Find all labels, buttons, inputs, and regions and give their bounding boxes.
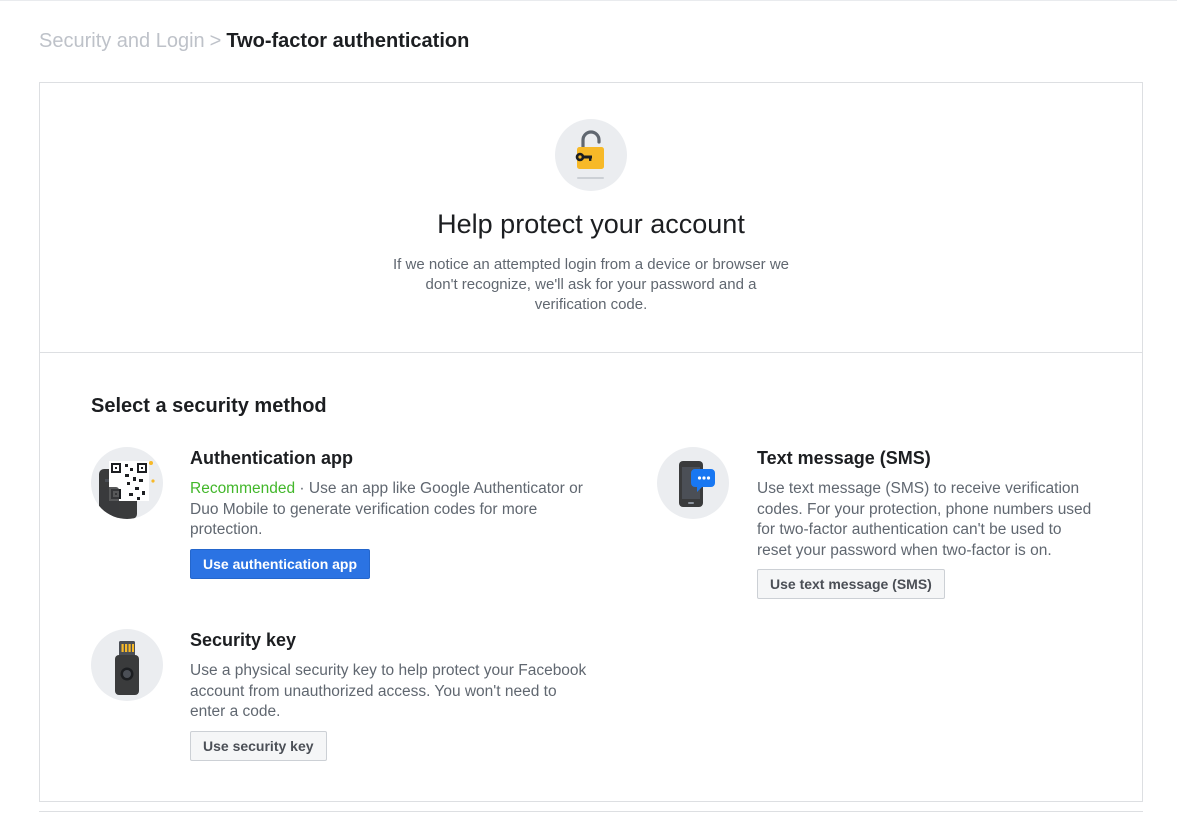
section-title: Select a security method — [91, 395, 327, 417]
security-key-title: Security key — [190, 630, 297, 650]
breadcrumb-security-login-link[interactable]: Security and Login — [39, 30, 205, 52]
use-authentication-app-button[interactable]: Use authentication app — [190, 549, 371, 579]
use-security-key-button[interactable]: Use security key — [190, 731, 327, 761]
phone-message-icon — [657, 447, 729, 519]
hero-description: If we notice an attempted login from a d… — [392, 256, 790, 313]
sms-title: Text message (SMS) — [757, 448, 931, 468]
auth-app-description: Recommended · Use an app like Google Aut… — [190, 479, 600, 541]
usb-security-key-icon — [91, 629, 163, 701]
hero-title: Help protect your account — [437, 209, 745, 239]
security-key-description: Use a physical security key to help prot… — [190, 662, 587, 720]
use-text-message-button[interactable]: Use text message (SMS) — [757, 569, 945, 599]
two-factor-page: Security and Login > Two-factor authentica… — [0, 0, 1177, 821]
sms-description: Use text message (SMS) to receive verifi… — [757, 480, 1092, 559]
padlock-key-icon — [555, 119, 627, 191]
top-divider — [0, 0, 1177, 1]
breadcrumb: Security and Login > Two-factor authentica… — [39, 28, 469, 54]
recommended-label: Recommended — [190, 480, 296, 497]
two-factor-card: Help protect your account If we notice a… — [39, 82, 1143, 802]
qr-code-phone-icon — [91, 447, 163, 519]
page-title: Two-factor authentication — [226, 30, 470, 52]
hero-section: Help protect your account If we notice a… — [40, 83, 1142, 353]
breadcrumb-separator: > — [209, 30, 222, 52]
bottom-divider — [39, 811, 1143, 812]
auth-app-title: Authentication app — [190, 448, 353, 468]
